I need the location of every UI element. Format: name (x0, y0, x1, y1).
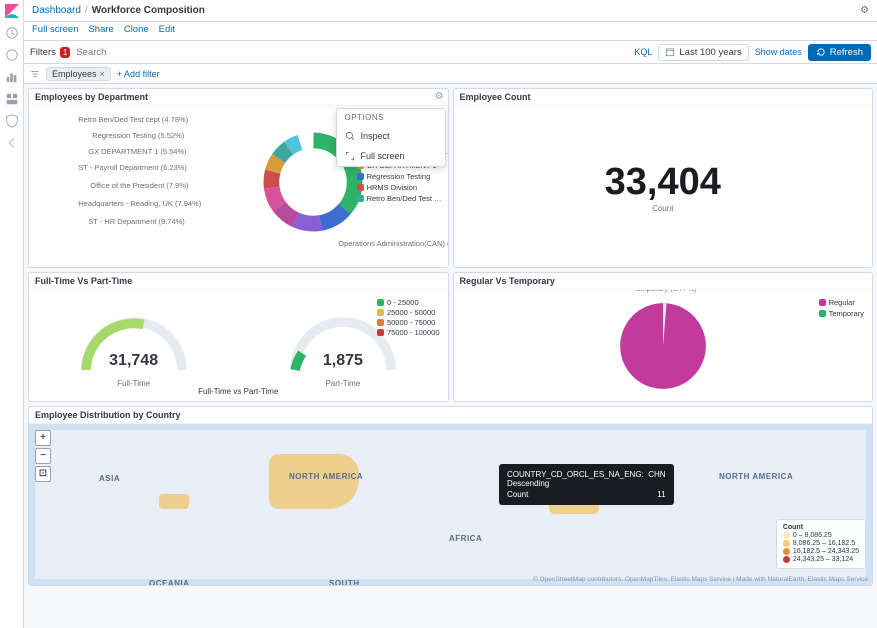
panel-options-menu: OPTIONS Inspect Full screen (336, 108, 446, 167)
menu-fullscreen[interactable]: Full screen (337, 146, 445, 166)
filters-label: Filters (30, 47, 56, 58)
dashboard-actions: Full screen Share Clone Edit (24, 22, 877, 40)
add-filter-link[interactable]: + Add filter (117, 69, 160, 79)
gauge-subtitle: Full-Time vs Part-Time (29, 387, 448, 399)
breadcrumb-root[interactable]: Dashboard (32, 5, 81, 16)
slice-label: GX DEPARTMENT 1 (5.54%) (88, 147, 186, 156)
map-canvas[interactable]: + − ⊡ ASIA NORTH AMERICA AFRICA SOUTH OC… (29, 424, 872, 585)
filter-settings-icon[interactable] (30, 69, 40, 79)
share-action[interactable]: Share (88, 24, 113, 38)
slice-label: Office of the President (7.9%) (90, 181, 188, 190)
panel-title: Regular Vs Temporary (454, 273, 873, 290)
panel-gear-icon[interactable]: ⚙ (435, 91, 444, 102)
zoom-out-button[interactable]: − (35, 448, 51, 464)
discover-icon[interactable] (5, 48, 19, 62)
breadcrumb-current: Workforce Composition (92, 5, 205, 16)
menu-inspect[interactable]: Inspect (337, 126, 445, 146)
inspect-icon (345, 131, 355, 141)
menu-header: OPTIONS (337, 109, 445, 126)
panel-employee-distribution-map: Employee Distribution by Country + − ⊡ A… (28, 406, 873, 586)
search-input[interactable] (76, 47, 628, 58)
slice-label: Operations Administration(CAN) (10.82%) (338, 239, 447, 248)
zoom-in-button[interactable]: + (35, 430, 51, 446)
panel-title: Employees by Department (29, 89, 448, 106)
panel-employees-by-department: Employees by Department ⚙ (28, 88, 449, 268)
zoom-fit-button[interactable]: ⊡ (35, 466, 51, 482)
edit-action[interactable]: Edit (159, 24, 175, 38)
map-attribution: © OpenStreetMap contributors, OpenMapTil… (533, 576, 868, 583)
security-icon[interactable] (5, 114, 19, 128)
close-icon[interactable]: × (100, 69, 105, 79)
panel-regular-temporary: Regular Vs Temporary Regular Temporary T… (453, 272, 874, 402)
show-dates-link[interactable]: Show dates (755, 47, 802, 57)
filter-chip-employees[interactable]: Employees × (46, 67, 111, 81)
settings-gear-icon[interactable]: ⚙ (860, 5, 869, 16)
clone-action[interactable]: Clone (124, 24, 149, 38)
dashboard-icon[interactable] (5, 92, 19, 106)
count-value: 33,404 (605, 161, 721, 204)
expand-icon (345, 151, 355, 161)
panel-employee-count: Employee Count 33,404 Count (453, 88, 874, 268)
slice-label: ST - Payroll Department (6.23%) (78, 163, 187, 172)
dept-legend: GX DEPARTMENT 1 Regression Testing HRMS … (357, 161, 442, 205)
kibana-logo (5, 4, 19, 18)
kql-toggle[interactable]: KQL (634, 47, 652, 57)
map-zoom-controls: + − ⊡ (35, 430, 51, 482)
visualize-icon[interactable] (5, 70, 19, 84)
refresh-icon (816, 47, 826, 57)
panel-title: Employee Count (454, 89, 873, 106)
filter-chips-row: Employees × + Add filter (24, 64, 877, 84)
panel-fulltime-parttime: Full-Time Vs Part-Time 0 - 25000 25000 -… (28, 272, 449, 402)
side-rail (0, 0, 24, 628)
gauge-fulltime: Full-Time 31,748 (74, 308, 194, 370)
collapse-icon[interactable] (5, 136, 19, 150)
pie-chart: Temporary (0.77%) Regular (99.23%) (613, 296, 713, 396)
count-label: Count (652, 204, 673, 213)
gauge-legend: 0 - 25000 25000 - 50000 50000 - 75000 75… (377, 298, 440, 338)
panel-title: Employee Distribution by Country (29, 407, 872, 424)
slice-label: Retro Ben/Ded Test cept (4.78%) (78, 115, 188, 124)
breadcrumb: Dashboard / Workforce Composition ⚙ (24, 0, 877, 22)
slice-label: Headquarters - Reading, UK (7.94%) (78, 199, 201, 208)
fullscreen-action[interactable]: Full screen (32, 24, 78, 38)
panel-title: Full-Time Vs Part-Time (29, 273, 448, 290)
query-bar: Filters 1 KQL Last 100 years Show dates … (24, 40, 877, 64)
pie-legend: Regular Temporary (819, 298, 864, 320)
date-picker-text: Last 100 years (679, 47, 741, 58)
map-tooltip: COUNTRY_CD_ORCL_ES_NA_ENG: CHN Descendin… (499, 464, 674, 505)
map-legend: Count 0 – 8,086.25 8,086.25 – 16,182.5 1… (776, 519, 866, 569)
refresh-button[interactable]: Refresh (808, 44, 871, 61)
filters-count-badge: 1 (60, 47, 70, 58)
slice-label: ST - HR Department (9.74%) (88, 217, 185, 226)
recent-icon[interactable] (5, 26, 19, 40)
date-picker[interactable]: Last 100 years (658, 44, 748, 61)
slice-label: Regression Testing (5.52%) (92, 131, 184, 140)
calendar-icon (665, 47, 675, 57)
